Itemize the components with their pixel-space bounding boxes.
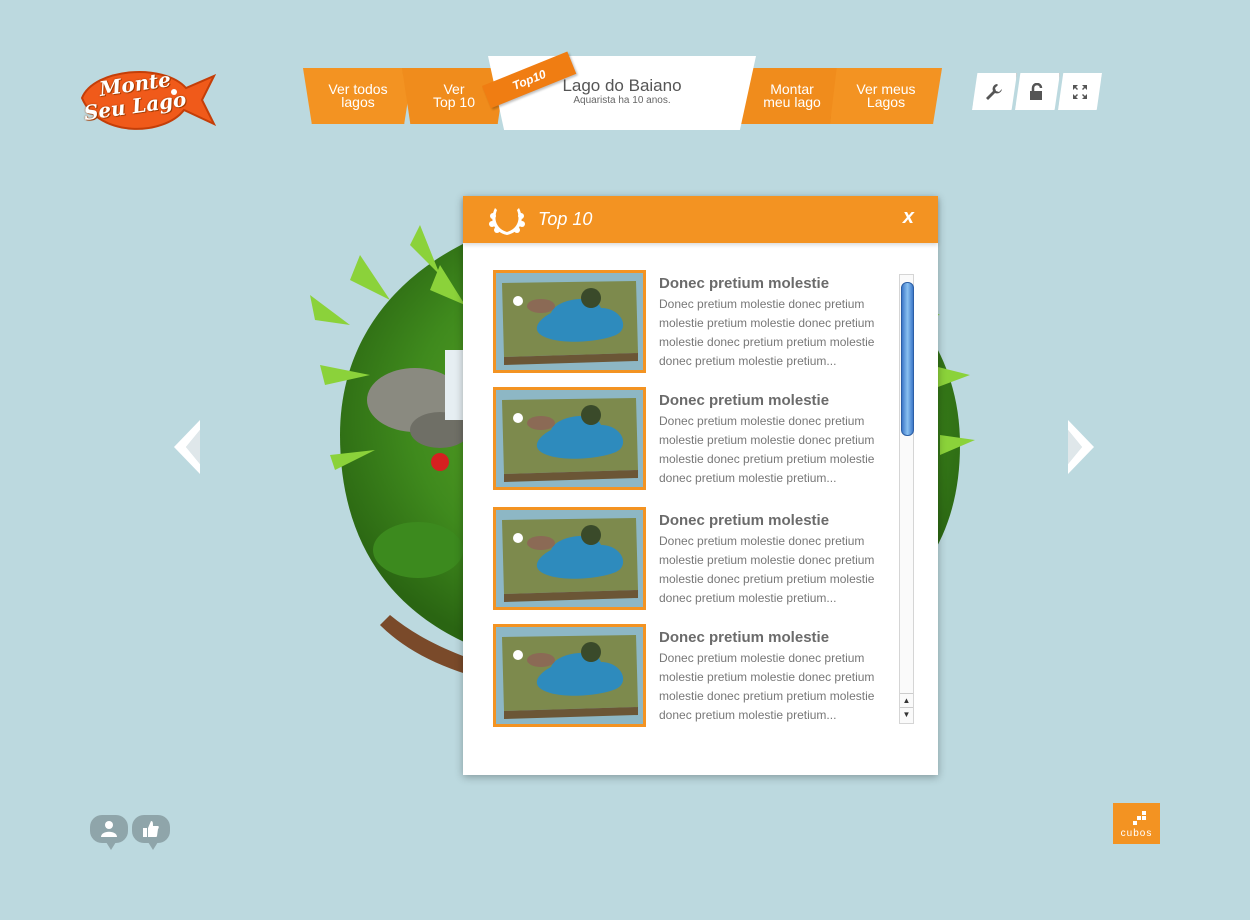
like-button[interactable] <box>132 815 170 850</box>
list-scrollbar[interactable]: ▲ ▼ <box>899 274 914 724</box>
lake-thumbnail <box>493 387 646 490</box>
lake-subtitle: Aquarista ha 10 anos. <box>573 95 671 106</box>
item-title: Donec pretium molestie <box>659 512 830 529</box>
item-description: Donec pretium molestie donec pretium mol… <box>659 651 875 722</box>
item-title: Donec pretium molestie <box>659 629 830 646</box>
nav-my-lakes-line2: Lagos <box>866 94 906 110</box>
nav-top10-line2: Top 10 <box>432 94 476 110</box>
lake-map-image <box>502 281 638 365</box>
fullscreen-button[interactable] <box>1058 73 1102 110</box>
chevron-right-icon <box>1068 420 1094 474</box>
scroll-up-button[interactable]: ▲ <box>900 693 913 708</box>
list-item[interactable]: Donec pretium molestie Donec pretium mol… <box>493 270 893 373</box>
unlock-button[interactable] <box>1015 73 1060 110</box>
wrench-icon <box>986 83 1002 100</box>
item-description: Donec pretium molestie donec pretium mol… <box>659 414 875 485</box>
user-icon <box>101 821 117 837</box>
nav-my-lakes[interactable]: Ver meus Lagos <box>830 68 942 124</box>
profile-button[interactable] <box>90 815 128 850</box>
chevron-left-icon <box>174 420 200 474</box>
toolbar <box>972 73 1104 110</box>
top10-modal: Top 10 x Donec pretium molestie Donec pr… <box>463 196 938 775</box>
list-item[interactable]: Donec pretium molestie Donec pretium mol… <box>493 507 893 610</box>
brand-label: cubos <box>1120 828 1153 839</box>
previous-arrow[interactable] <box>174 420 200 474</box>
nav-all-lakes[interactable]: Ver todos lagos <box>303 68 413 124</box>
scrollbar-thumb[interactable] <box>901 282 914 436</box>
unlock-icon <box>1030 82 1043 100</box>
cubos-logo-icon <box>1133 811 1146 825</box>
nav-build-lake[interactable]: Montar meu lago <box>740 68 844 124</box>
close-button[interactable]: x <box>903 206 914 229</box>
logo[interactable]: Monte Seu Lago <box>74 58 216 140</box>
nav-all-lakes-line2: lagos <box>341 94 375 110</box>
laurel-icon <box>489 208 525 235</box>
modal-title: Top 10 <box>538 209 593 229</box>
settings-button[interactable] <box>972 73 1017 110</box>
list-item[interactable]: Donec pretium molestie Donec pretium mol… <box>493 624 893 727</box>
lake-thumbnail <box>493 270 646 373</box>
lake-map-image <box>502 635 638 719</box>
thumbs-up-icon <box>143 821 159 837</box>
fullscreen-icon <box>1073 84 1087 99</box>
scroll-down-button[interactable]: ▼ <box>900 707 913 722</box>
lake-map-image <box>502 518 638 602</box>
lake-map-image <box>502 398 638 482</box>
lake-thumbnail <box>493 624 646 727</box>
next-arrow[interactable] <box>1068 420 1094 474</box>
list-item[interactable]: Donec pretium molestie Donec pretium mol… <box>493 387 893 490</box>
item-description: Donec pretium molestie donec pretium mol… <box>659 297 875 368</box>
modal-header: Top 10 x <box>463 196 938 243</box>
item-title: Donec pretium molestie <box>659 392 830 409</box>
brand-badge[interactable]: cubos <box>1113 803 1160 844</box>
item-title: Donec pretium molestie <box>659 275 830 292</box>
item-description: Donec pretium molestie donec pretium mol… <box>659 534 875 605</box>
lake-thumbnail <box>493 507 646 610</box>
nav-build-lake-line2: meu lago <box>763 94 821 110</box>
